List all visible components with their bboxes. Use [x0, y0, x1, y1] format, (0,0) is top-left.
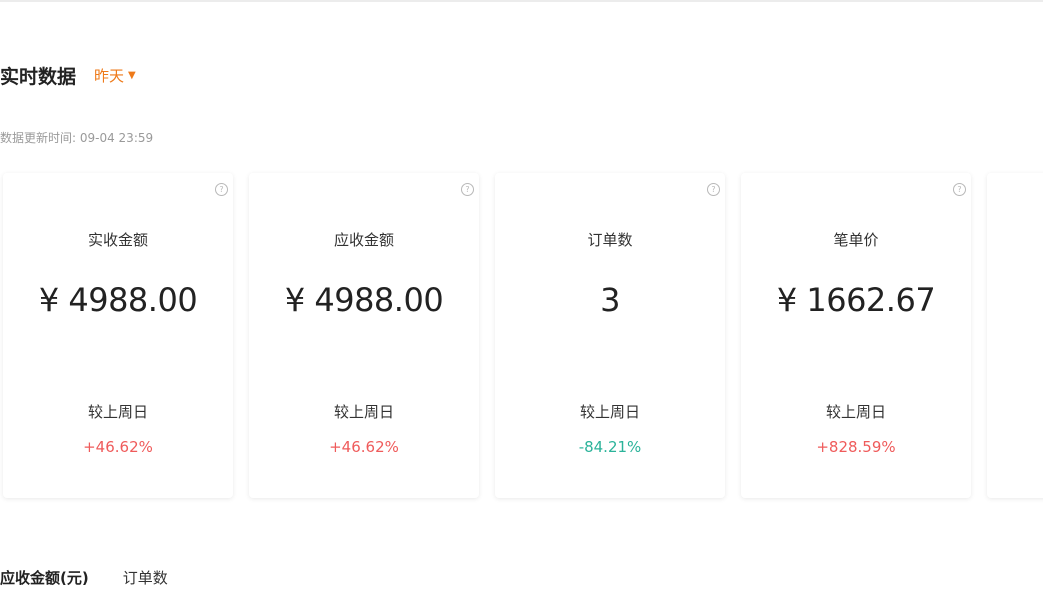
metric-value: ¥ 4988.00	[38, 281, 198, 319]
compare-label: 较上周日	[87, 403, 148, 421]
metric-card-partial	[987, 173, 1043, 498]
metric-card-actual-amount: ? 实收金额 ¥ 4988.00 较上周日 +46.62%	[3, 173, 233, 498]
compare-value: -84.21%	[578, 438, 642, 456]
compare-value: +828.59%	[816, 438, 896, 456]
metric-value: ¥ 4988.00	[284, 281, 444, 319]
compare-label: 较上周日	[825, 403, 886, 421]
metric-cards: ? 实收金额 ¥ 4988.00 较上周日 +46.62% ? 应收金额 ¥ 4…	[3, 173, 1043, 498]
tab-order-count[interactable]: 订单数	[123, 567, 168, 588]
question-circle-icon[interactable]: ?	[461, 183, 474, 196]
header-row: 实时数据 昨天 ▼	[0, 62, 136, 89]
section-title: 实时数据	[0, 66, 77, 88]
metric-name: 订单数	[587, 231, 633, 249]
metric-name: 笔单价	[833, 231, 879, 249]
question-circle-icon[interactable]: ?	[707, 183, 720, 196]
tab-receivable-amount[interactable]: 应收金额(元)	[0, 567, 89, 588]
update-time: 数据更新时间: 09-04 23:59	[0, 129, 153, 146]
update-time-value: 09-04 23:59	[79, 131, 154, 145]
metric-value: ¥ 1662.67	[776, 281, 936, 319]
caret-down-icon: ▼	[128, 69, 136, 81]
compare-value: +46.62%	[329, 438, 399, 456]
question-circle-icon[interactable]: ?	[215, 183, 228, 196]
compare-label: 较上周日	[579, 403, 640, 421]
metric-card-receivable-amount: ? 应收金额 ¥ 4988.00 较上周日 +46.62%	[249, 173, 479, 498]
metric-value: 3	[600, 281, 620, 319]
compare-label: 较上周日	[333, 403, 394, 421]
metric-card-order-count: ? 订单数 3 较上周日 -84.21%	[495, 173, 725, 498]
metric-name: 实收金额	[87, 231, 148, 249]
top-divider	[0, 0, 1043, 2]
question-circle-icon[interactable]: ?	[953, 183, 966, 196]
metric-name: 应收金额	[333, 231, 394, 249]
chart-tabs: 应收金额(元) 订单数	[0, 567, 168, 588]
compare-value: +46.62%	[83, 438, 153, 456]
page: 实时数据 昨天 ▼ 数据更新时间: 09-04 23:59 ? 实收金额 ¥ 4…	[0, 0, 1043, 605]
date-selector[interactable]: 昨天 ▼	[94, 65, 136, 86]
date-selector-label: 昨天	[94, 67, 125, 85]
metric-card-avg-order-price: ? 笔单价 ¥ 1662.67 较上周日 +828.59%	[741, 173, 971, 498]
update-time-label: 数据更新时间:	[0, 131, 80, 145]
